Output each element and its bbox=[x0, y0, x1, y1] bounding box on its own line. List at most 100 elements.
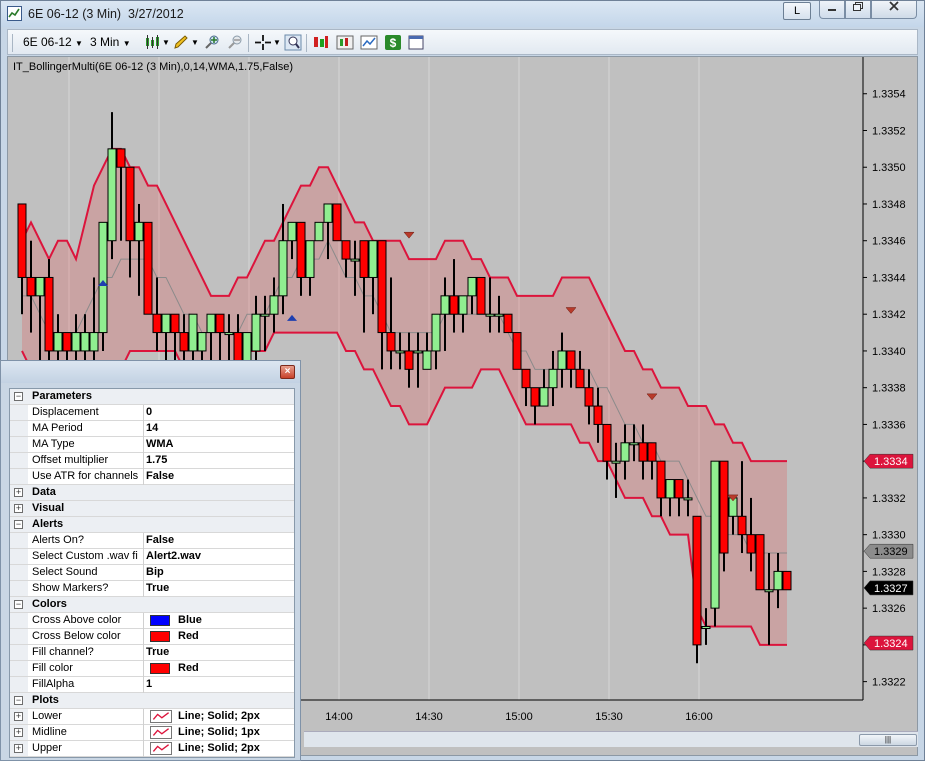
property-value[interactable]: False bbox=[146, 534, 174, 546]
candle-body bbox=[116, 148, 126, 168]
candle-body bbox=[512, 332, 522, 370]
property-row[interactable]: Show Markers? True bbox=[10, 581, 294, 597]
candle-body bbox=[692, 515, 702, 646]
property-row[interactable]: + Lower Line; Solid; 2px bbox=[10, 709, 294, 725]
candle-body bbox=[215, 313, 225, 334]
property-row[interactable]: Alerts On? False bbox=[10, 533, 294, 549]
property-row[interactable]: Use ATR for channels False bbox=[10, 469, 294, 485]
property-value[interactable]: True bbox=[146, 582, 169, 594]
color-swatch[interactable] bbox=[150, 615, 170, 626]
crosshair-icon[interactable] bbox=[254, 34, 272, 51]
property-value[interactable]: 1.75 bbox=[146, 454, 167, 466]
property-value[interactable]: Red bbox=[178, 630, 199, 642]
property-row[interactable]: + Upper Line; Solid; 2px bbox=[10, 741, 294, 757]
property-value[interactable]: True bbox=[146, 646, 169, 658]
window-icon[interactable] bbox=[407, 34, 425, 51]
property-row[interactable]: Offset multiplier 1.75 bbox=[10, 453, 294, 469]
restore-button[interactable] bbox=[845, 1, 871, 19]
property-value[interactable]: Bip bbox=[146, 566, 164, 578]
price-marker-label: 1.3329 bbox=[874, 546, 908, 558]
property-name: MA Period bbox=[32, 422, 83, 434]
candle-body bbox=[503, 313, 513, 334]
minimize-icon bbox=[828, 9, 836, 11]
chevron-down-icon[interactable]: ▼ bbox=[162, 34, 170, 51]
property-row[interactable]: Fill color Red bbox=[10, 661, 294, 677]
column-divider bbox=[143, 405, 144, 421]
collapse-icon[interactable]: − bbox=[14, 520, 23, 529]
svg-text:$: $ bbox=[390, 36, 397, 50]
panel-header[interactable]: × bbox=[1, 361, 300, 383]
horizontal-scrollbar[interactable]: ||| bbox=[304, 731, 918, 747]
candle-body bbox=[584, 387, 594, 407]
indicator-label: IT_BollingerMulti(6E 06-12 (3 Min),0,14,… bbox=[13, 61, 293, 73]
property-row[interactable]: + Midline Line; Solid; 1px bbox=[10, 725, 294, 741]
chevron-down-icon[interactable]: ▼ bbox=[191, 34, 199, 51]
expand-icon[interactable]: + bbox=[14, 744, 23, 753]
chevron-down-icon[interactable]: ▼ bbox=[273, 34, 281, 51]
property-category[interactable]: + Data bbox=[10, 485, 294, 501]
property-row[interactable]: Displacement 0 bbox=[10, 405, 294, 421]
property-row[interactable]: MA Period 14 bbox=[10, 421, 294, 437]
color-swatch[interactable] bbox=[150, 631, 170, 642]
expand-icon[interactable]: + bbox=[14, 504, 23, 513]
expand-icon[interactable]: + bbox=[14, 712, 23, 721]
close-button[interactable] bbox=[871, 1, 917, 19]
y-tick-label: 1.3348 bbox=[872, 199, 906, 211]
bar-type-icon[interactable] bbox=[144, 34, 162, 51]
collapse-icon[interactable]: − bbox=[14, 600, 23, 609]
property-row[interactable]: Cross Below color Red bbox=[10, 629, 294, 645]
property-value[interactable]: 0 bbox=[146, 406, 152, 418]
scrollbar-thumb[interactable]: ||| bbox=[859, 734, 917, 746]
property-value[interactable]: Red bbox=[178, 662, 199, 674]
chart-properties-icon[interactable] bbox=[360, 34, 378, 51]
property-category[interactable]: − Plots bbox=[10, 693, 294, 709]
property-value[interactable]: 1 bbox=[146, 678, 152, 690]
color-swatch[interactable] bbox=[150, 663, 170, 674]
column-divider bbox=[143, 549, 144, 565]
minimize-button[interactable] bbox=[819, 1, 845, 19]
dollar-icon[interactable]: $ bbox=[384, 34, 402, 51]
property-row[interactable]: Select Custom .wav fi Alert2.wav bbox=[10, 549, 294, 565]
property-value[interactable]: Alert2.wav bbox=[146, 550, 201, 562]
property-row[interactable]: Cross Above color Blue bbox=[10, 613, 294, 629]
layout-button[interactable]: L bbox=[783, 2, 811, 20]
property-category[interactable]: + Visual bbox=[10, 501, 294, 517]
candle-body bbox=[296, 221, 306, 278]
property-value[interactable]: Line; Solid; 2px bbox=[178, 710, 260, 722]
property-category[interactable]: − Colors bbox=[10, 597, 294, 613]
property-row[interactable]: MA Type WMA bbox=[10, 437, 294, 453]
property-category[interactable]: − Parameters bbox=[10, 389, 294, 405]
interval-selector[interactable]: 3 Min ▼ bbox=[90, 34, 131, 51]
property-row[interactable]: Fill channel? True bbox=[10, 645, 294, 661]
property-category[interactable]: − Alerts bbox=[10, 517, 294, 533]
chevron-down-icon: ▼ bbox=[75, 39, 83, 48]
candle-body bbox=[341, 240, 351, 260]
candle-body bbox=[620, 442, 630, 462]
candle-body bbox=[674, 479, 684, 499]
zoom-in-icon[interactable] bbox=[203, 34, 221, 51]
magnifier-icon[interactable] bbox=[284, 34, 302, 51]
property-row[interactable]: Select Sound Bip bbox=[10, 565, 294, 581]
expand-icon[interactable]: + bbox=[14, 728, 23, 737]
title-bar[interactable]: 6E 06-12 (3 Min) 3/27/2012 L bbox=[1, 1, 924, 27]
property-value[interactable]: Line; Solid; 2px bbox=[178, 742, 260, 754]
instrument-selector[interactable]: 6E 06-12 ▼ bbox=[23, 34, 83, 51]
strategy-icon[interactable] bbox=[312, 34, 330, 51]
collapse-icon[interactable]: − bbox=[14, 696, 23, 705]
property-grid[interactable]: − Parameters Displacement 0 MA Period 14 MA Ty… bbox=[9, 388, 295, 758]
property-row[interactable]: FillAlpha 1 bbox=[10, 677, 294, 693]
property-value[interactable]: 14 bbox=[146, 422, 158, 434]
property-name: Select Sound bbox=[32, 566, 98, 578]
line-style-icon bbox=[150, 742, 172, 755]
property-value[interactable]: Line; Solid; 1px bbox=[178, 726, 260, 738]
close-icon[interactable]: × bbox=[280, 365, 295, 379]
indicators-icon[interactable] bbox=[336, 34, 354, 51]
expand-icon[interactable]: + bbox=[14, 488, 23, 497]
candle-body bbox=[719, 460, 729, 554]
zoom-out-icon[interactable] bbox=[226, 34, 244, 51]
collapse-icon[interactable]: − bbox=[14, 392, 23, 401]
property-value[interactable]: WMA bbox=[146, 438, 174, 450]
property-value[interactable]: False bbox=[146, 470, 174, 482]
property-value[interactable]: Blue bbox=[178, 614, 202, 626]
pencil-icon[interactable] bbox=[172, 34, 190, 51]
